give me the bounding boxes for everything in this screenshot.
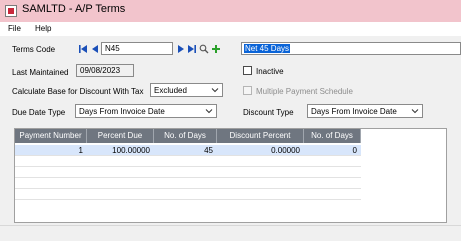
discount-type-label: Discount Type xyxy=(243,108,294,117)
due-date-type-value: Days From Invoice Date xyxy=(79,107,165,116)
column-header-percent-due[interactable]: Percent Due xyxy=(87,129,154,143)
search-icon[interactable] xyxy=(199,44,209,54)
chevron-down-icon xyxy=(211,88,219,93)
previous-record-icon[interactable] xyxy=(90,44,100,54)
last-maintained-field: 09/08/2023 xyxy=(76,64,134,77)
first-record-icon[interactable] xyxy=(78,44,88,54)
multiple-payment-label: Multiple Payment Schedule xyxy=(256,87,353,96)
status-strip xyxy=(0,225,461,241)
inactive-label: Inactive xyxy=(256,67,284,76)
calc-base-label: Calculate Base for Discount With Tax xyxy=(12,87,144,96)
description-value: Net 45 Days xyxy=(244,44,291,53)
next-record-icon[interactable] xyxy=(176,44,186,54)
cell-no-of-days[interactable]: 45 xyxy=(154,145,217,156)
chevron-down-icon xyxy=(411,109,419,114)
app-icon xyxy=(5,5,17,17)
empty-row xyxy=(15,156,361,167)
inactive-checkbox[interactable] xyxy=(243,66,252,75)
chevron-down-icon xyxy=(205,109,213,114)
terms-code-value: N45 xyxy=(105,44,120,53)
terms-code-label: Terms Code xyxy=(12,45,56,54)
table-row[interactable]: 1 100.00000 45 0.00000 0 xyxy=(15,145,361,156)
empty-row xyxy=(15,167,361,178)
title-bar: SAMLTD - A/P Terms xyxy=(0,0,461,22)
calc-base-value: Excluded xyxy=(154,86,187,95)
menu-help[interactable]: Help xyxy=(35,24,51,33)
payment-schedule-grid: Payment Number Percent Due No. of Days D… xyxy=(14,128,447,223)
discount-type-select[interactable]: Days From Invoice Date xyxy=(307,104,423,118)
last-maintained-label: Last Maintained xyxy=(12,68,69,77)
last-record-icon[interactable] xyxy=(187,44,197,54)
last-maintained-value: 09/08/2023 xyxy=(80,66,121,75)
description-input[interactable]: Net 45 Days xyxy=(241,42,461,55)
menu-file[interactable]: File xyxy=(8,24,21,33)
multiple-payment-checkbox[interactable] xyxy=(243,86,252,95)
cell-discount-percent[interactable]: 0.00000 xyxy=(217,145,304,156)
due-date-type-label: Due Date Type xyxy=(12,108,66,117)
terms-code-input[interactable]: N45 xyxy=(101,42,173,55)
column-header-discount-days[interactable]: No. of Days xyxy=(304,129,361,143)
column-header-no-of-days[interactable]: No. of Days xyxy=(154,129,217,143)
window-title: SAMLTD - A/P Terms xyxy=(22,3,126,15)
empty-row xyxy=(15,178,361,189)
cell-payment-number[interactable]: 1 xyxy=(15,145,87,156)
due-date-type-select[interactable]: Days From Invoice Date xyxy=(75,104,217,118)
column-header-payment-number[interactable]: Payment Number xyxy=(15,129,87,143)
empty-row xyxy=(15,189,361,200)
menu-bar: File Help xyxy=(0,22,461,36)
column-header-discount-percent[interactable]: Discount Percent xyxy=(217,129,304,143)
discount-type-value: Days From Invoice Date xyxy=(311,107,397,116)
cell-percent-due[interactable]: 100.00000 xyxy=(87,145,154,156)
cell-discount-days[interactable]: 0 xyxy=(304,145,361,156)
add-icon[interactable] xyxy=(211,44,221,54)
calc-base-select[interactable]: Excluded xyxy=(150,83,223,97)
